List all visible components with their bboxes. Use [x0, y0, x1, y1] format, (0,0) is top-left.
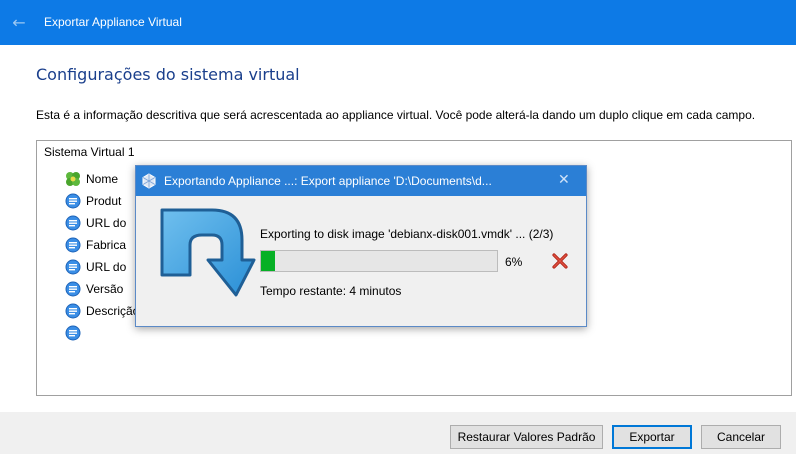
window-title: Exportar Appliance Virtual [44, 15, 182, 29]
tree-item-product-url[interactable]: URL do [65, 212, 126, 234]
virtualbox-icon [141, 173, 157, 189]
tree-item-license[interactable] [65, 322, 86, 344]
info-bubble-icon [65, 237, 81, 253]
tree-item-label: URL do [86, 216, 127, 230]
tree-item-label: URL do [86, 260, 127, 274]
info-bubble-icon [65, 215, 81, 231]
info-bubble-icon [65, 281, 81, 297]
dialog-title: Exportando Appliance ...: Export applian… [164, 174, 492, 188]
window-titlebar: ← Exportar Appliance Virtual [0, 0, 796, 45]
close-icon[interactable]: ✕ [558, 172, 570, 188]
page-description: Esta é a informação descritiva que será … [36, 108, 756, 122]
tree-item-description[interactable]: Descrição [65, 300, 139, 322]
cancel-export-icon[interactable] [551, 252, 569, 270]
cancel-button[interactable]: Cancelar [701, 425, 781, 449]
time-remaining: Tempo restante: 4 minutos [260, 284, 402, 298]
page-heading: Configurações do sistema virtual [36, 65, 300, 84]
export-button[interactable]: Exportar [612, 425, 692, 449]
tree-item-label: Versão [86, 282, 124, 296]
dialog-titlebar[interactable]: Exportando Appliance ...: Export applian… [136, 166, 586, 196]
export-progress-dialog: Exportando Appliance ...: Export applian… [135, 165, 587, 327]
progress-status-text: Exporting to disk image 'debianx-disk001… [260, 227, 554, 241]
tree-item-label: Descrição [86, 304, 140, 318]
tree-item-vendor-url[interactable]: URL do [65, 256, 126, 278]
progress-bar [260, 250, 498, 272]
back-arrow-icon[interactable]: ← [8, 12, 30, 34]
tree-item-label: Fabrica [86, 238, 127, 252]
tree-item-vendor[interactable]: Fabrica [65, 234, 126, 256]
info-bubble-icon [65, 259, 81, 275]
tree-item-product[interactable]: Produt [65, 190, 121, 212]
info-bubble-icon [65, 325, 81, 341]
tree-root-item[interactable]: Sistema Virtual 1 [44, 145, 135, 159]
progress-percent: 6% [505, 255, 523, 269]
tree-item-version[interactable]: Versão [65, 278, 123, 300]
tree-item-name[interactable]: Nome [65, 168, 118, 190]
export-arrow-icon [150, 200, 260, 310]
restore-defaults-button[interactable]: Restaurar Valores Padrão [450, 425, 603, 449]
tree-item-label: Nome [86, 172, 119, 186]
info-bubble-icon [65, 303, 81, 319]
progress-bar-fill [261, 251, 276, 271]
tree-item-label: Produt [86, 194, 122, 208]
vm-name-icon [65, 171, 81, 187]
info-bubble-icon [65, 193, 81, 209]
